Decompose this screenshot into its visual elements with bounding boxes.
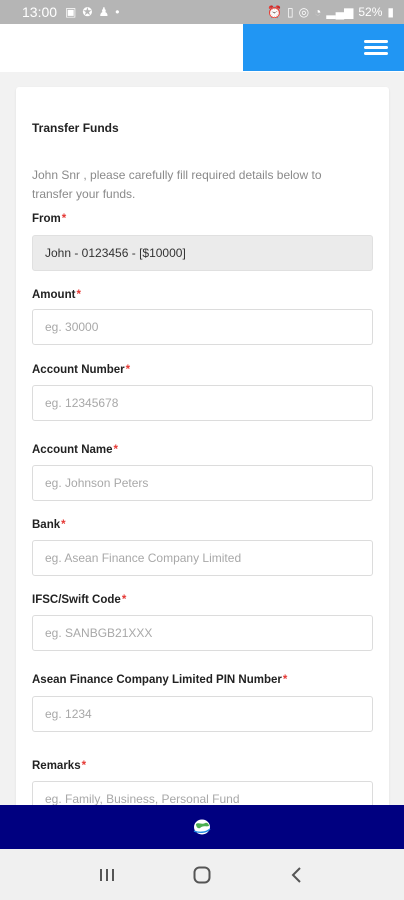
bottom-bar: [0, 805, 404, 849]
home-button[interactable]: [182, 860, 222, 890]
form-intro: John Snr , please carefully fill require…: [32, 168, 322, 201]
battery-percentage: 52%: [358, 5, 383, 19]
notification-icons: ▣ ✪ ♟ •: [65, 6, 119, 18]
snapchat-icon: ♟: [98, 5, 110, 19]
remarks-label: Remarks*: [32, 760, 87, 772]
account-number-label: Account Number*: [32, 364, 131, 376]
system-nav-bar: [0, 849, 404, 900]
from-label: From*: [32, 213, 67, 225]
back-button[interactable]: [277, 860, 317, 890]
account-name-label: Account Name*: [32, 444, 119, 456]
recent-apps-button[interactable]: [87, 860, 127, 890]
form-title: Transfer Funds: [32, 121, 119, 135]
status-time: 13:00: [22, 4, 58, 20]
amount-label: Amount*: [32, 289, 81, 301]
globe-icon[interactable]: [192, 818, 212, 836]
hotspot-icon: ◎: [298, 5, 310, 19]
bank-label: Bank*: [32, 519, 66, 531]
from-account-field[interactable]: John - 0123456 - [$10000]: [32, 235, 373, 271]
transfer-form-card: Transfer Funds John Snr , please careful…: [16, 87, 389, 805]
from-account-value: John - 0123456 - [$10000]: [45, 246, 186, 260]
battery-icon: ▮: [387, 5, 394, 19]
recent-apps-icon: [100, 868, 115, 881]
menu-block: [243, 24, 404, 71]
dot-icon: •: [115, 5, 120, 19]
remarks-input[interactable]: [32, 781, 373, 805]
bank-input[interactable]: [32, 540, 373, 576]
main-content[interactable]: Transfer Funds John Snr , please careful…: [0, 72, 404, 805]
vibrate-icon: ▯: [287, 5, 294, 19]
account-number-input[interactable]: [32, 385, 373, 421]
signal-icon: ▂▄▆: [326, 5, 354, 19]
alarm-icon: ⏰: [267, 5, 283, 19]
swift-code-label: IFSC/Swift Code*: [32, 594, 127, 606]
wifi-icon: ◔: [314, 5, 322, 19]
discord-icon: ✪: [82, 5, 93, 19]
amount-input[interactable]: [32, 309, 373, 345]
app-header: [0, 24, 404, 72]
back-icon: [291, 866, 301, 883]
pin-label: Asean Finance Company Limited PIN Number…: [32, 674, 288, 686]
home-icon: [193, 866, 211, 883]
hamburger-menu-icon[interactable]: [364, 40, 388, 56]
swift-code-input[interactable]: [32, 615, 373, 651]
pin-input[interactable]: [32, 696, 373, 732]
account-name-input[interactable]: [32, 465, 373, 501]
status-bar: 13:00 ▣ ✪ ♟ • ⏰ ▯ ◎ ◔ ▂▄▆ 52% ▮: [0, 0, 404, 24]
system-status-icons: ⏰ ▯ ◎ ◔ ▂▄▆ 52% ▮: [267, 5, 394, 19]
gallery-icon: ▣: [65, 5, 77, 19]
